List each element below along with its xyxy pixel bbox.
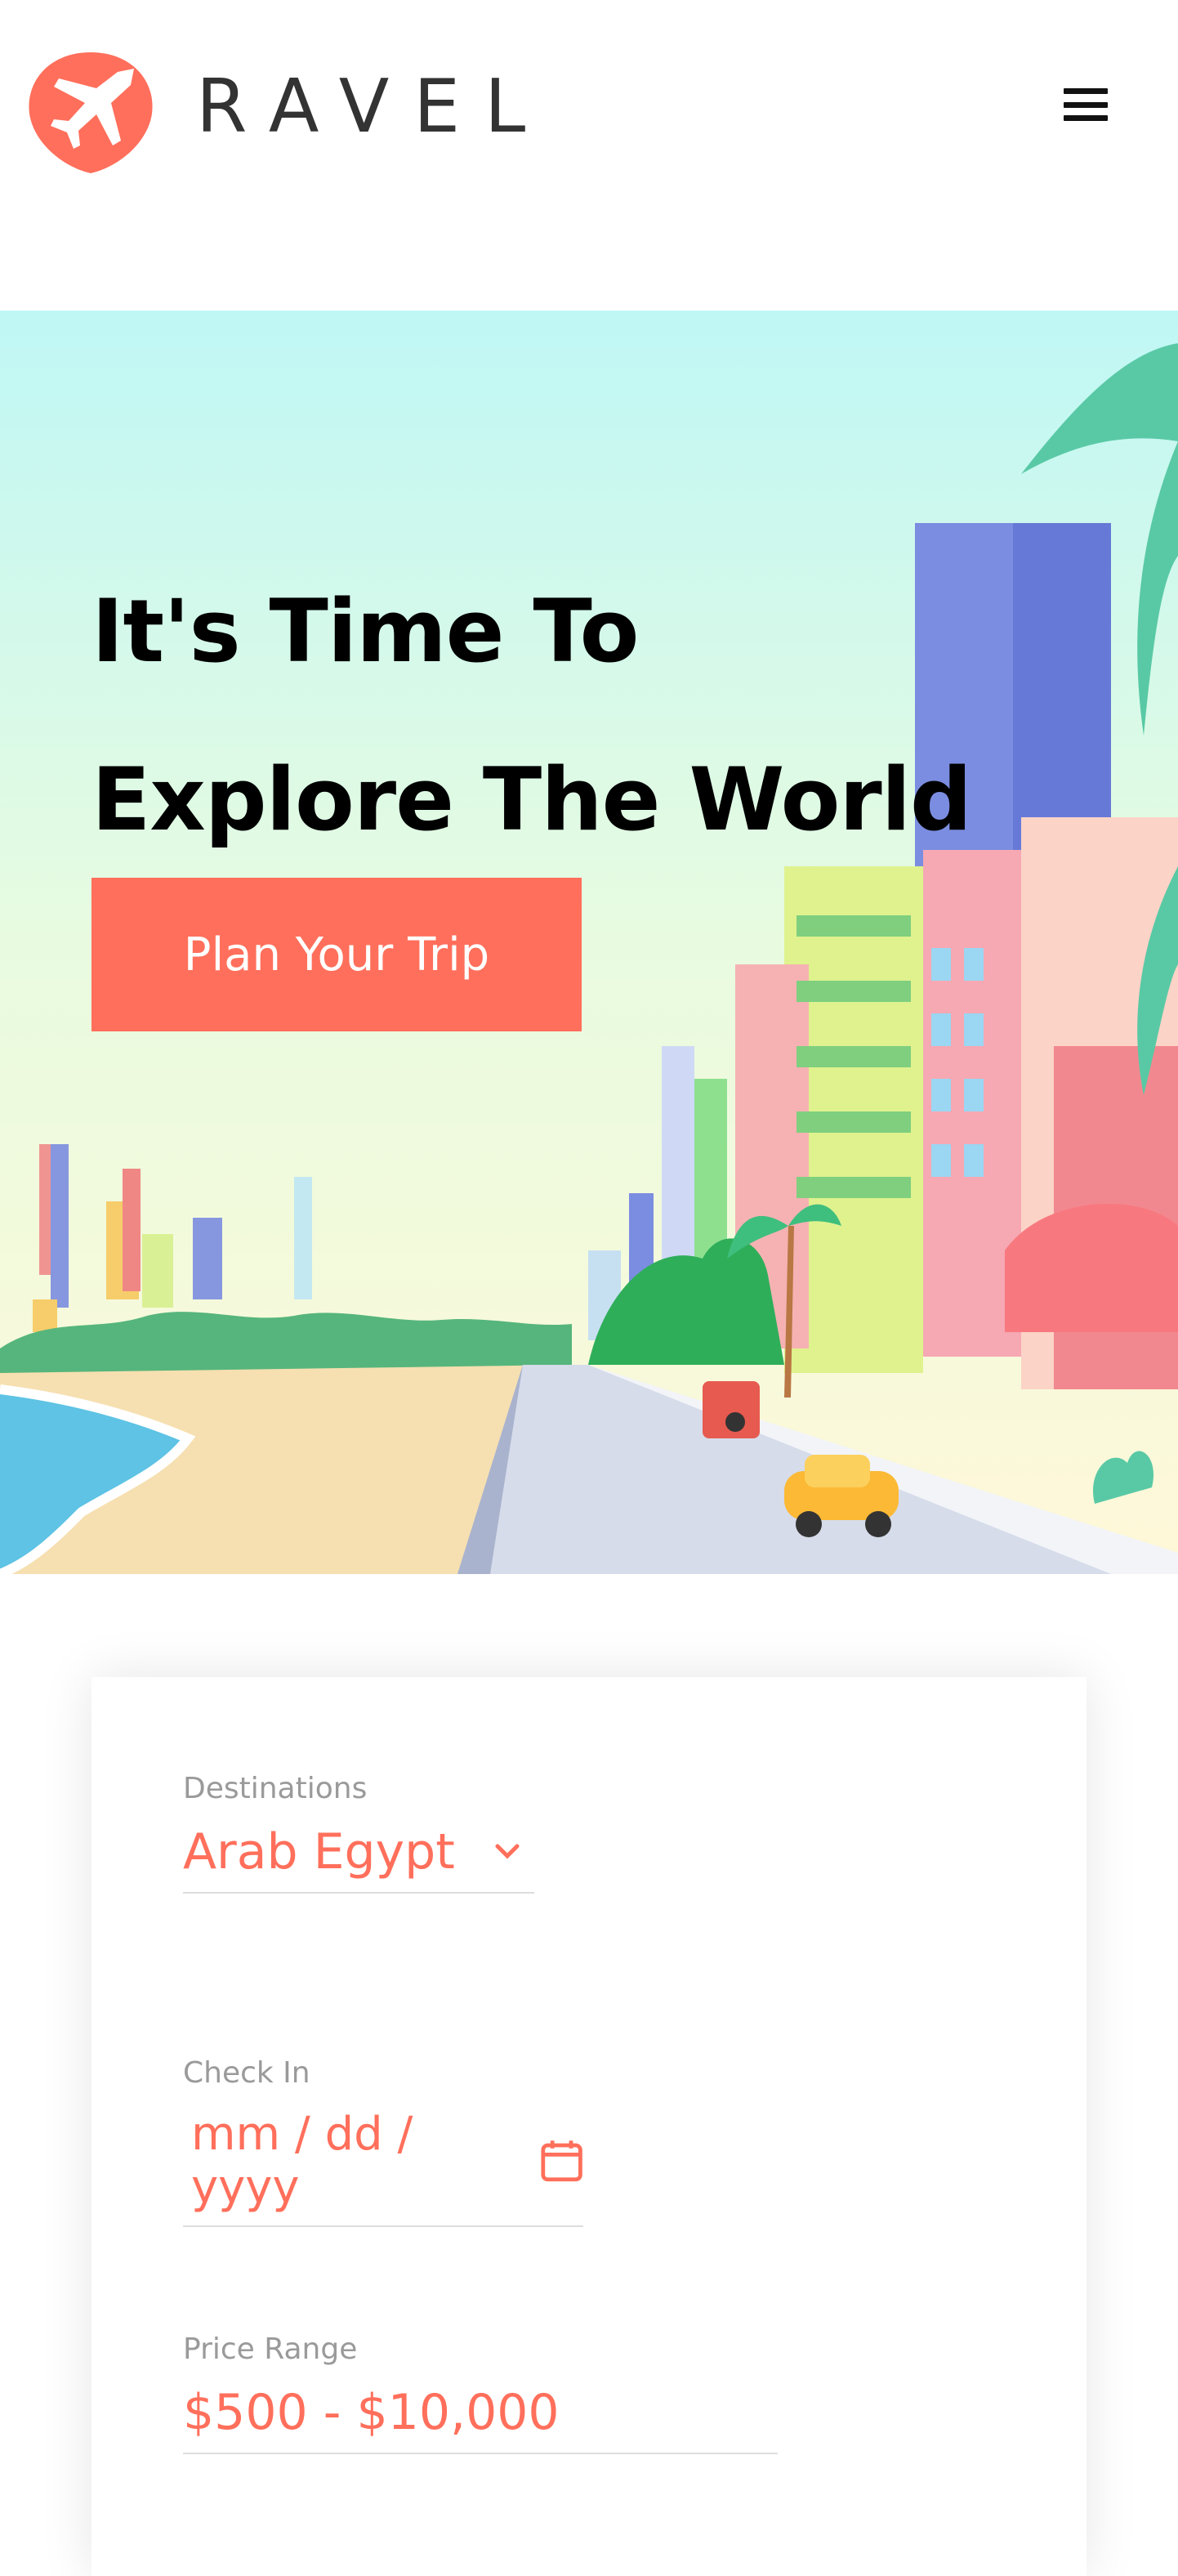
destination-value: Arab Egypt: [183, 1823, 455, 1881]
price-range-value: $500 - $10,000: [183, 2384, 560, 2441]
calendar-icon[interactable]: [540, 2138, 583, 2184]
brand-name: RAVEL: [196, 63, 551, 150]
hero-section: It's Time To Explore The World Plan Your…: [0, 311, 1178, 1574]
check-in-field[interactable]: Check In mm / dd / yyyy: [183, 2056, 583, 2227]
plan-trip-button[interactable]: Plan Your Trip: [91, 878, 582, 1031]
logo[interactable]: RAVEL: [21, 44, 550, 175]
price-range-label: Price Range: [183, 2332, 358, 2366]
destination-field[interactable]: Destinations Arab Egypt: [183, 1772, 534, 1894]
chevron-down-icon: [495, 1844, 520, 1859]
destination-select[interactable]: Arab Egypt: [183, 1823, 534, 1894]
destination-label: Destinations: [183, 1772, 368, 1805]
price-range-input[interactable]: $500 - $10,000: [183, 2384, 778, 2454]
hero-title-line-2: Explore The World: [91, 749, 972, 850]
hero-title-line-1: It's Time To: [91, 581, 639, 682]
site-header: RAVEL: [0, 0, 1178, 311]
hero-title: It's Time To Explore The World: [91, 548, 972, 884]
hamburger-menu-icon[interactable]: [1064, 88, 1108, 121]
check-in-label: Check In: [183, 2056, 310, 2090]
check-in-placeholder: mm / dd / yyyy: [191, 2108, 413, 2214]
price-range-field[interactable]: Price Range $500 - $10,000: [183, 2332, 778, 2454]
check-in-date-input[interactable]: mm / dd / yyyy: [183, 2108, 583, 2227]
plane-logo-icon: [29, 52, 153, 173]
trip-search-form: Destinations Arab Egypt Check In mm / dd…: [91, 1677, 1087, 2576]
